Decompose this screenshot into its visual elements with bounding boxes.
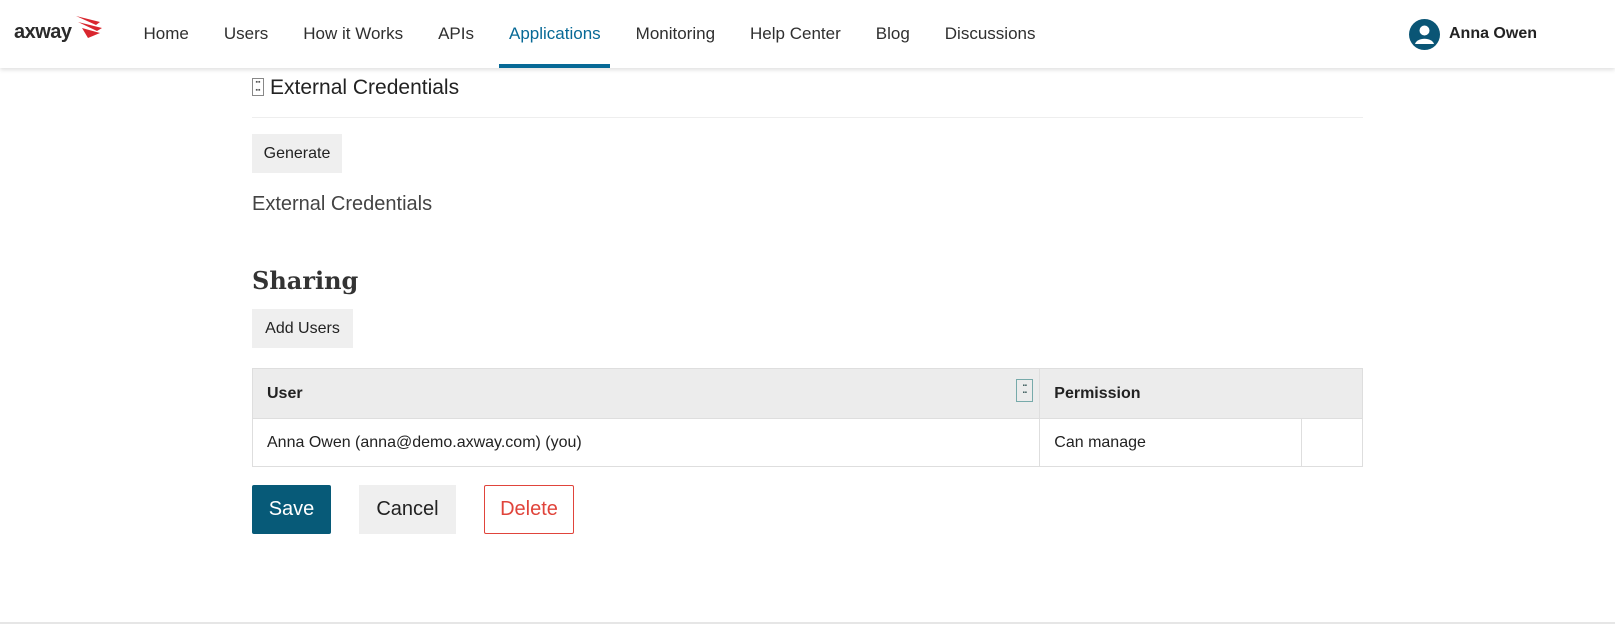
nav-label: Discussions (944, 23, 1036, 43)
nav-label: Blog (875, 23, 910, 43)
nav-how-it-works[interactable]: How it Works (286, 0, 421, 68)
nav-blog[interactable]: Blog (858, 0, 927, 68)
nav-label: Monitoring (635, 23, 716, 43)
row-actions-cell (1301, 418, 1363, 467)
external-credentials-label: External Credentials (252, 193, 433, 215)
add-users-button[interactable]: Add Users (252, 309, 353, 348)
sharing-table: User ▪▪ ▪▪ Permission Anna Owen (anna@dem… (251, 368, 1363, 467)
column-header-permission: Permission (1039, 368, 1363, 419)
nav-label: How it Works (303, 23, 404, 43)
nav-home[interactable]: Home (126, 0, 206, 68)
table-row: Anna Owen (anna@demo.axway.com) (you) Ca… (251, 418, 1363, 467)
nav-apis[interactable]: APIs (421, 0, 492, 68)
broken-image-icon: ▪▪ ▪▪ (252, 78, 264, 96)
nav-label: Applications (508, 23, 601, 43)
cancel-button[interactable]: Cancel (359, 485, 456, 534)
user-avatar-icon (1408, 18, 1440, 50)
external-credentials-header: ▪▪ ▪▪ External Credentials (252, 76, 459, 100)
user-menu[interactable]: Anna Owen (1408, 17, 1537, 51)
user-cell: Anna Owen (anna@demo.axway.com) (you) (251, 418, 1041, 467)
sharing-title: Sharing (252, 266, 359, 295)
column-settings-icon[interactable]: ▪▪ ▪▪ (1016, 379, 1034, 402)
nav-label: APIs (438, 23, 474, 43)
delete-button[interactable]: Delete (484, 485, 574, 534)
generate-button[interactable]: Generate (252, 134, 342, 173)
column-header-label: User (267, 384, 303, 402)
nav-users[interactable]: Users (206, 0, 285, 68)
column-header-user[interactable]: User ▪▪ ▪▪ (251, 368, 1041, 419)
section-title: External Credentials (270, 76, 460, 99)
main-nav: Home Users How it Works APIs Application… (126, 0, 1053, 68)
axway-logo[interactable]: axway (14, 14, 104, 44)
axway-logo-mark-icon (75, 16, 102, 38)
nav-label: Home (143, 23, 189, 43)
user-name: Anna Owen (1448, 25, 1537, 42)
save-button[interactable]: Save (252, 485, 331, 534)
logo-text: axway (14, 20, 72, 43)
nav-monitoring[interactable]: Monitoring (618, 0, 732, 68)
permission-cell[interactable]: Can manage (1039, 418, 1303, 467)
nav-discussions[interactable]: Discussions (927, 0, 1053, 68)
table-header-row: User ▪▪ ▪▪ Permission (251, 368, 1363, 419)
nav-applications[interactable]: Applications (491, 0, 618, 68)
nav-label: Help Center (750, 23, 841, 43)
top-navigation-bar: axway Home Users How it Works APIs Appli… (0, 0, 1615, 68)
nav-label: Users (223, 23, 269, 43)
nav-help-center[interactable]: Help Center (733, 0, 859, 68)
column-header-label: Permission (1054, 384, 1141, 402)
section-divider (252, 117, 1363, 118)
